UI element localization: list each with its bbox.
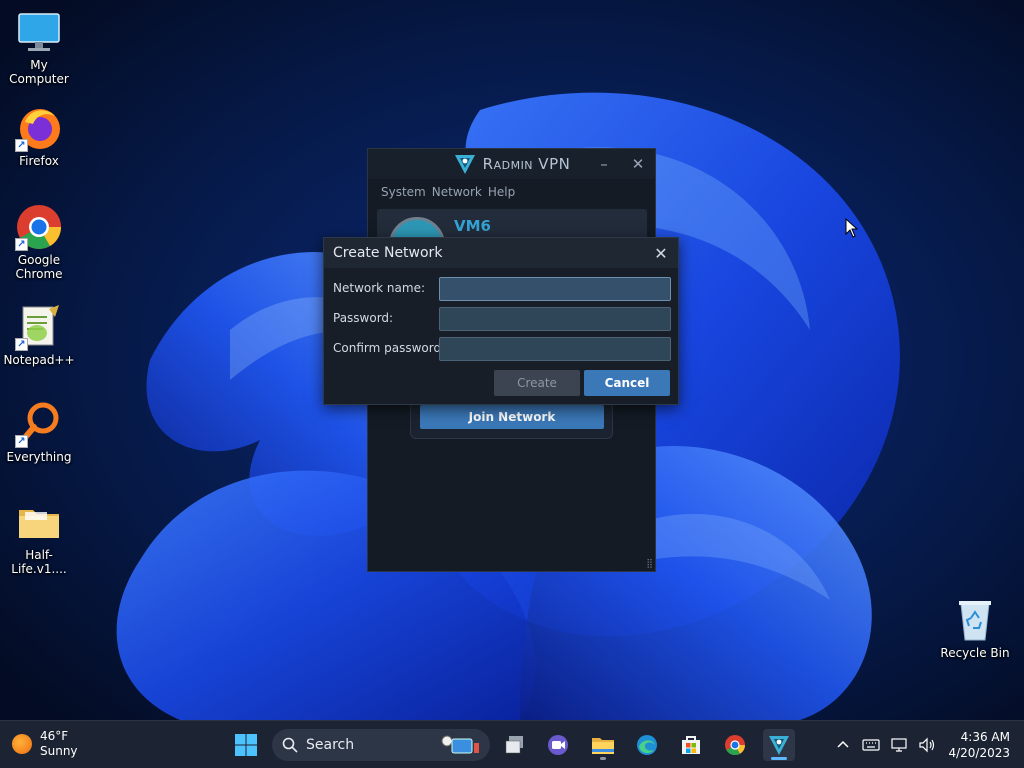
desktop-icon-notepad-plus-plus[interactable]: ↗ Notepad++ (0, 303, 78, 367)
network-name-row: Network name: (333, 277, 671, 301)
password-input[interactable] (439, 307, 671, 331)
radmin-titlebar[interactable]: Radmin VPN – ✕ (368, 149, 655, 179)
dialog-close-button[interactable]: ✕ (650, 242, 672, 264)
dialog-title: Create Network (333, 245, 443, 261)
everything-search-icon: ↗ (15, 400, 63, 448)
shortcut-arrow-icon: ↗ (15, 338, 28, 351)
firefox-icon: ↗ (15, 104, 63, 152)
create-network-dialog: Create Network ✕ Network name: Password:… (323, 237, 679, 405)
edge-icon (637, 735, 657, 755)
desktop-icon-label: Half-Life.v1.... (11, 548, 67, 576)
chrome-icon (725, 735, 746, 756)
weather-description: Sunny (40, 744, 78, 758)
search-icon (282, 737, 298, 753)
network-icon[interactable] (888, 734, 910, 756)
desktop-icon-half-life-folder[interactable]: Half-Life.v1.... (0, 498, 78, 576)
dialog-titlebar[interactable]: Create Network ✕ (324, 238, 678, 268)
password-label: Password: (333, 311, 394, 325)
search-highlight-icon (441, 735, 479, 754)
mouse-cursor-icon (845, 218, 859, 238)
notepad-plus-plus-icon: ↗ (15, 303, 63, 351)
join-panel: Join Network (410, 399, 613, 439)
confirm-password-input[interactable] (439, 337, 671, 361)
desktop-icon-google-chrome[interactable]: ↗ Google Chrome (0, 203, 78, 281)
menu-network[interactable]: Network (432, 185, 482, 199)
taskbar: 46°F Sunny Search 4:36 AM 4/20/2023 (0, 720, 1024, 768)
create-button[interactable]: Create (494, 370, 580, 396)
task-view-button[interactable] (499, 729, 531, 761)
desktop-icon-label: My Computer (9, 58, 69, 86)
desktop-icon-everything[interactable]: ↗ Everything (0, 400, 78, 464)
windows-start-icon (235, 734, 257, 756)
recycle-bin-icon (951, 596, 999, 644)
clock-date: 4/20/2023 (948, 746, 1010, 760)
desktop-icon-label: Recycle Bin (940, 646, 1010, 660)
weather-widget[interactable]: 46°F Sunny (12, 729, 78, 759)
cancel-button[interactable]: Cancel (584, 370, 670, 396)
store-icon (682, 736, 700, 754)
chrome-icon: ↗ (15, 203, 63, 251)
file-explorer-button[interactable] (587, 729, 619, 761)
resize-grip-icon[interactable]: ⣿ (646, 559, 653, 569)
active-app-indicator (771, 757, 787, 760)
taskbar-clock[interactable]: 4:36 AM 4/20/2023 (948, 729, 1010, 761)
password-row: Password: (333, 307, 671, 331)
volume-icon[interactable] (916, 734, 938, 756)
profile-name: VM6 (454, 217, 491, 235)
desktop-icon-firefox[interactable]: ↗ Firefox (0, 104, 78, 168)
store-button[interactable] (675, 729, 707, 761)
network-name-label: Network name: (333, 281, 425, 295)
sun-icon (12, 734, 32, 754)
desktop-icon-recycle-bin[interactable]: Recycle Bin (936, 596, 1014, 660)
radmin-vpn-taskbar-button[interactable] (763, 729, 795, 761)
start-button[interactable] (230, 729, 262, 761)
task-view-icon (505, 736, 523, 754)
network-name-input[interactable] (439, 277, 671, 301)
clock-time: 4:36 AM (960, 730, 1010, 744)
monitor-icon (15, 8, 63, 56)
desktop-icon-my-computer[interactable]: My Computer (0, 8, 78, 86)
confirm-password-row: Confirm password: (333, 337, 671, 361)
shortcut-arrow-icon: ↗ (15, 435, 28, 448)
radmin-title: Radmin VPN (482, 155, 571, 173)
join-network-button[interactable]: Join Network (420, 405, 604, 429)
menu-help[interactable]: Help (488, 185, 515, 199)
minimize-button[interactable]: – (591, 153, 617, 175)
shortcut-arrow-icon: ↗ (15, 139, 28, 152)
radmin-menu-bar: System Network Help (368, 179, 655, 205)
radmin-vpn-icon (769, 736, 789, 755)
close-button[interactable]: ✕ (625, 153, 651, 175)
confirm-password-label: Confirm password: (333, 341, 446, 355)
running-indicator (600, 757, 606, 760)
menu-system[interactable]: System (381, 185, 426, 199)
weather-temperature: 46°F (40, 729, 69, 743)
teams-chat-icon (548, 735, 568, 755)
desktop-icon-label: Everything (6, 450, 72, 464)
shortcut-arrow-icon: ↗ (15, 238, 28, 251)
taskbar-search-box[interactable]: Search (272, 729, 490, 761)
edge-button[interactable] (631, 729, 663, 761)
system-tray (832, 729, 938, 761)
teams-chat-button[interactable] (542, 729, 574, 761)
desktop-icon-label: Notepad++ (3, 353, 75, 367)
chevron-up-icon[interactable] (832, 734, 854, 756)
desktop-icon-label: Firefox (19, 154, 59, 168)
chrome-taskbar-button[interactable] (719, 729, 751, 761)
keyboard-icon[interactable] (860, 734, 882, 756)
radmin-logo-icon (454, 155, 475, 174)
file-explorer-icon (592, 738, 614, 754)
desktop-icon-label: Google Chrome (15, 253, 63, 281)
folder-icon (15, 498, 63, 546)
search-label: Search (306, 737, 355, 753)
